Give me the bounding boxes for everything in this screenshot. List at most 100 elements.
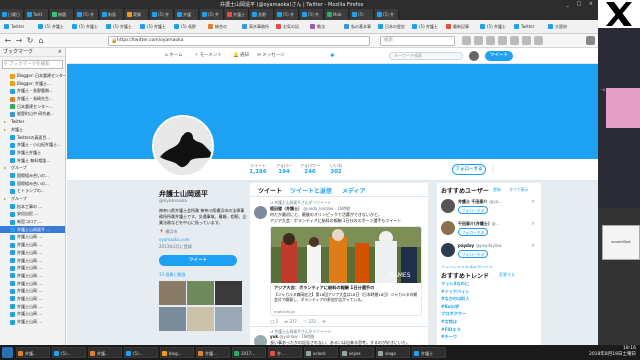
screenshot-icon[interactable]	[510, 36, 519, 45]
trend-item[interactable]: #なかのは町人	[441, 296, 470, 302]
taskbar-item[interactable]: (5)...	[124, 347, 158, 358]
bookmark-item[interactable]: 弁護士・小山紀弁護士...	[0, 141, 65, 149]
taskbar-item[interactable]: 弁護...	[196, 347, 230, 358]
toolbar-tab[interactable]: 動法	[310, 22, 342, 32]
twitter-search-input[interactable]: キーワード検索	[389, 52, 463, 60]
browser-tab[interactable]: (5) 弁	[375, 9, 399, 20]
browser-tab[interactable]: 弁護士	[225, 9, 249, 20]
follow-button[interactable]: フォローする	[452, 164, 486, 175]
tab-media[interactable]: メディア	[342, 186, 366, 195]
suggested-user-avatar[interactable]	[441, 243, 455, 257]
browser-tab[interactable]: (5) 弁	[75, 9, 99, 20]
toolbar-tab[interactable]: (5) 弁護士	[412, 22, 444, 32]
toolbar-tab[interactable]: (5) 弁護士	[38, 22, 70, 32]
menu-icon[interactable]	[586, 36, 595, 45]
bookmark-item[interactable]: 弁護士 無料相談...	[0, 157, 65, 165]
taskbar-item[interactable]: 弁...	[268, 347, 302, 358]
suggested-user-avatar[interactable]	[441, 221, 455, 235]
trend-item[interactable]: #チーウ	[441, 334, 457, 340]
bookmark-item[interactable]: Blogger: 弁護士...	[0, 80, 65, 88]
bookmark-item[interactable]: 弁護士山岡 ...	[0, 303, 65, 311]
bookmark-item[interactable]: 弁護士山岡遥平 ...	[0, 225, 65, 234]
suggested-follow-button[interactable]: フォローする	[458, 250, 488, 258]
bookmark-item[interactable]: 弁護士山岡 ...	[0, 295, 65, 303]
bookmark-item[interactable]: 弁護士山岡 ...	[0, 249, 65, 257]
trend-item[interactable]: プロボクサー	[441, 311, 466, 317]
tweet-avatar[interactable]	[254, 335, 267, 345]
tab-tweets[interactable]: ツイート	[258, 186, 282, 195]
browser-tab[interactable]: (5) 弁	[200, 9, 224, 20]
bookmark-item[interactable]: 日本重建センター...	[0, 103, 65, 111]
view-all-link[interactable]: すべて表示	[509, 187, 529, 193]
dm-icon[interactable]: ✉	[322, 319, 325, 324]
bookmark-item[interactable]: 国際組み合いの...	[0, 172, 65, 180]
back-icon[interactable]: ←	[3, 36, 13, 46]
like-icon[interactable]: ♡	[303, 319, 307, 324]
url-bar[interactable]: 🔒 https://twitter.com/oyamaoka	[108, 36, 370, 46]
dismiss-icon[interactable]: ×	[531, 199, 535, 205]
taskbar-item[interactable]: 弁護...	[88, 347, 122, 358]
trend-item[interactable]: マッシ3なのに	[441, 281, 469, 287]
toolbar-tab[interactable]: (5) 弁護士	[480, 22, 512, 32]
suggested-user-name[interactable]: 千田泰介(弁護士) @...	[458, 221, 499, 227]
toolbar-tab[interactable]: (5) 弁護士	[72, 22, 104, 32]
suggested-follow-button[interactable]: フォローする	[458, 206, 488, 214]
toolbar-tab[interactable]: Twitter	[4, 22, 36, 32]
bookmark-item[interactable]: 弁護士山岡 ...	[0, 257, 65, 265]
pocket-icon[interactable]	[522, 36, 531, 45]
toolbar-tab[interactable]: 大阪府	[548, 22, 580, 32]
browser-tab[interactable]: 弁護	[175, 9, 199, 20]
toolbar-tab[interactable]: 総合の	[208, 22, 240, 32]
browser-tab[interactable]: Twitt	[25, 9, 49, 20]
profile-stat[interactable]: フォロワー 246	[297, 163, 323, 175]
bookmark-item[interactable]: 新型コロナ ...	[0, 218, 65, 226]
trend-item[interactable]: #ツイアバイト	[441, 289, 469, 295]
trend-item[interactable]: #Koin学	[441, 304, 459, 310]
toolbar-tab[interactable]: (5) 弁護士	[106, 22, 138, 32]
library-icon[interactable]	[462, 36, 471, 45]
bookmark-search-input[interactable]: ⚲ ブックマークを検索	[2, 60, 63, 69]
bookmark-folder[interactable]: ▸ グループ	[0, 195, 65, 203]
browser-tab[interactable]: Mob	[325, 9, 349, 20]
twitter-bird-icon[interactable]: ✦	[329, 51, 338, 60]
bookmark-item[interactable]: 弁護士山岡 ...	[0, 280, 65, 288]
profile-link[interactable]: oyamaoka.com	[159, 237, 259, 242]
nav-notifications[interactable]: 🔔 通知	[233, 52, 249, 58]
retweet-icon[interactable]: ⇄	[285, 319, 288, 324]
browser-search-input[interactable]: 検索	[380, 36, 455, 46]
taskbar-item[interactable]: blog...	[160, 347, 194, 358]
dismiss-icon[interactable]: ×	[531, 243, 535, 249]
bookmark-folder[interactable]: ▸ 弁護士	[0, 126, 65, 134]
taskbar-item[interactable]: oclock	[304, 347, 338, 358]
reply-icon[interactable]: ◯	[270, 319, 274, 324]
browser-tab[interactable]: 長野	[250, 9, 274, 20]
browser-tab[interactable]: 実験	[125, 9, 149, 20]
download-icon[interactable]	[486, 36, 495, 45]
media-thumb[interactable]	[187, 281, 214, 305]
tab-tweets-replies[interactable]: ツイートと返信	[290, 186, 332, 195]
toolbar-tab[interactable]: お気の記	[276, 22, 308, 32]
dismiss-icon[interactable]: ×	[531, 221, 535, 227]
bookmark-item[interactable]: 弁護士山岡 ...	[0, 318, 65, 326]
browser-tab[interactable]: (5) 弁	[150, 9, 174, 20]
sidebar-icon[interactable]	[474, 36, 483, 45]
profile-stat[interactable]: いいね 302	[323, 163, 349, 175]
screenshot-dialog[interactable]: screenShot	[602, 225, 640, 260]
toolbar-tab[interactable]: 高木事務所	[242, 22, 274, 32]
toolbar-tab[interactable]: 日本の歴史	[378, 22, 410, 32]
profile-stat[interactable]: フォロー 194	[271, 163, 297, 175]
taskbar-item[interactable]: 2017...	[232, 347, 266, 358]
bookmark-item[interactable]: 松本工事の ...	[0, 203, 65, 211]
taskbar-item[interactable]: 弁護士	[412, 347, 446, 358]
media-link[interactable]: 33 画像と動画	[159, 272, 259, 278]
refresh-link[interactable]: 更新	[493, 187, 501, 193]
taskbar-item[interactable]: xeyes	[340, 347, 374, 358]
suggested-user-avatar[interactable]	[441, 199, 455, 213]
desktop-pink-window[interactable]	[606, 88, 640, 128]
media-thumb[interactable]	[187, 307, 214, 331]
profile-stat[interactable]: ツイート 1,186	[245, 163, 271, 175]
suggested-user-name[interactable]: 弁護士 千田泰介 @yo...	[458, 199, 502, 205]
profile-tweet-button[interactable]: ツイート	[159, 255, 237, 266]
nav-home[interactable]: ⌂ ホーム	[165, 52, 183, 58]
home-icon[interactable]: ⌂	[36, 36, 46, 46]
